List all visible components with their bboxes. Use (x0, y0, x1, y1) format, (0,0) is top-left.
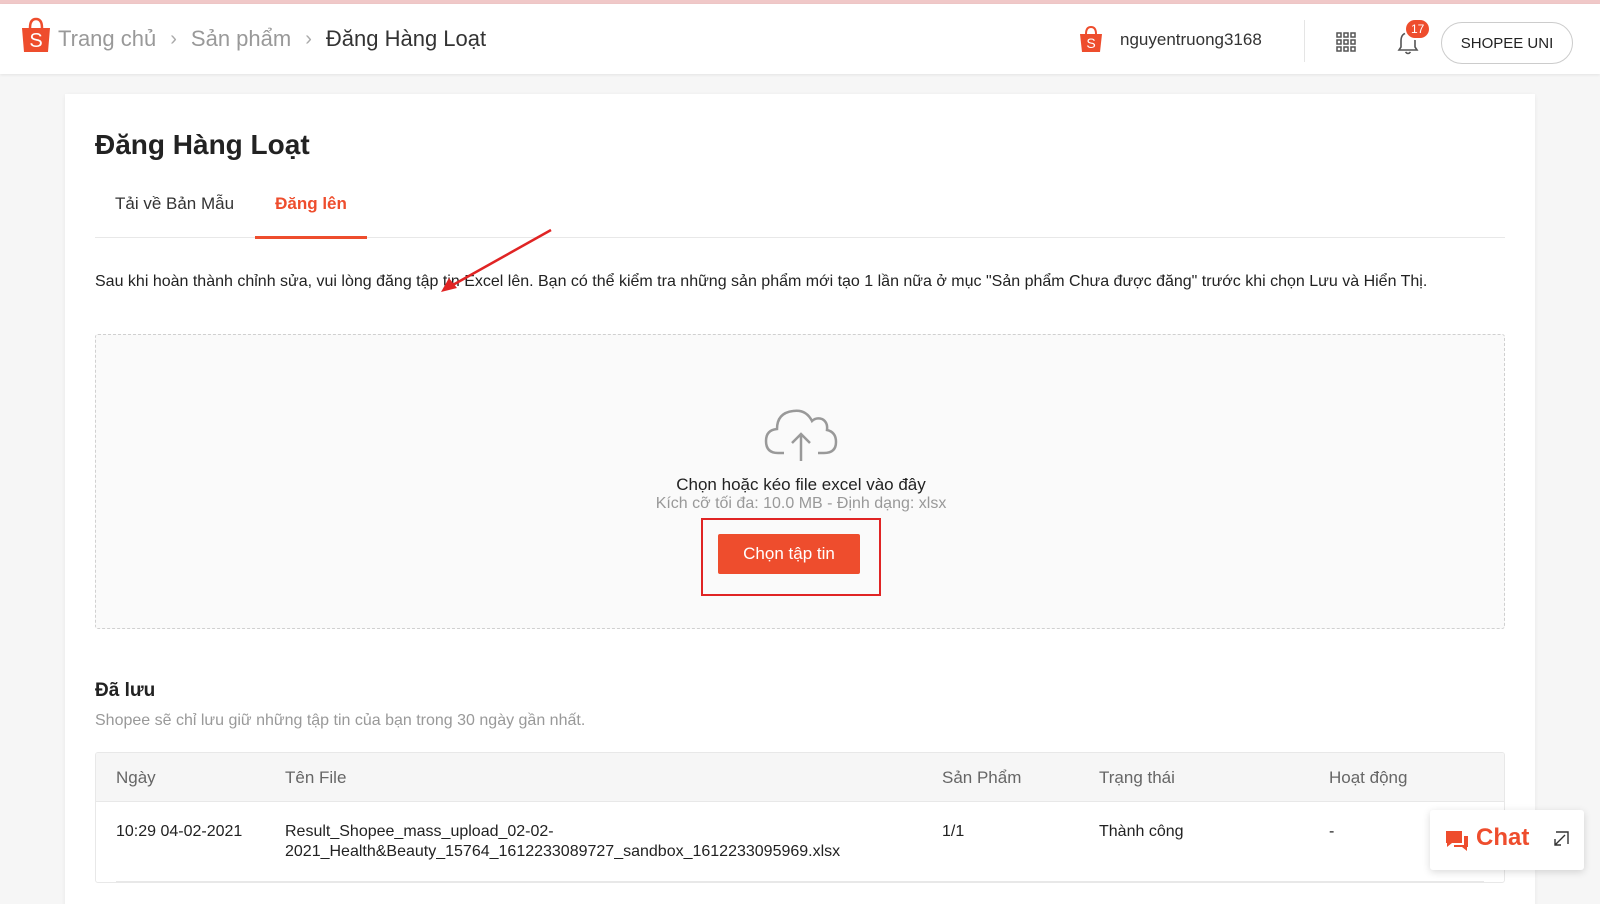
tab-download-template[interactable]: Tải về Bản Mẫu (115, 180, 234, 238)
column-header-file-name: Tên File (285, 768, 347, 787)
row-products: 1/1 (942, 823, 965, 840)
dropzone-hint: Kích cỡ tối đa: 10.0 MB - Định dạng: xls… (655, 495, 947, 512)
column-header-products: Sản Phẩm (942, 768, 1022, 787)
chat-bubble-icon[interactable] (1444, 828, 1470, 852)
minimize-icon[interactable] (1552, 830, 1570, 848)
row-status: Thành công (1099, 823, 1184, 840)
file-name-line-2: 2021_Health&Beauty_15764_1612233089727_s… (285, 843, 841, 860)
breadcrumb-products[interactable]: Sản phẩm (191, 26, 291, 52)
main-card: Đăng Hàng Loạt Tải về Bản Mẫu Đăng lên S… (65, 94, 1535, 904)
choose-file-button[interactable]: Chọn tập tin (718, 534, 860, 574)
dropzone-text: Chọn hoặc kéo file excel vào đây (676, 475, 926, 494)
svg-text:S: S (1086, 35, 1095, 51)
breadcrumb-current: Đăng Hàng Loạt (325, 26, 487, 51)
saved-section-description: Shopee sẽ chỉ lưu giữ những tập tin của … (95, 712, 586, 729)
tab-upload[interactable]: Đăng lên (255, 180, 367, 238)
apps-grid-icon[interactable] (1336, 32, 1356, 52)
breadcrumb-home[interactable]: Trang chủ (58, 26, 156, 52)
saved-section-title: Đã lưu (95, 680, 156, 701)
table-header: Ngày Tên File Sản Phẩm Trạng thái Hoạt đ… (96, 753, 1504, 802)
file-name-line-1: Result_Shopee_mass_upload_02-02- (285, 823, 554, 840)
header-divider (1304, 20, 1305, 62)
notification-badge: 17 (1404, 18, 1432, 40)
column-header-date: Ngày (116, 768, 156, 787)
cloud-upload-icon (764, 409, 838, 461)
tab-bar: Tải về Bản Mẫu Đăng lên (95, 180, 1505, 239)
table-row: 10:29 04-02-2021 Result_Shopee_mass_uplo… (116, 802, 1484, 882)
row-file-name: Result_Shopee_mass_upload_02-02- 2021_He… (285, 822, 840, 862)
username: nguyentruong3168 (1120, 30, 1262, 49)
shopee-uni-button[interactable]: SHOPEE UNI (1441, 22, 1573, 64)
chevron-right-icon: › (170, 27, 177, 50)
chat-label[interactable]: Chat (1476, 824, 1529, 852)
upload-instruction: Sau khi hoàn thành chỉnh sửa, vui lòng đ… (95, 273, 1428, 290)
breadcrumb: Trang chủ › Sản phẩm › Đăng Hàng Loạt (58, 26, 486, 52)
row-action: - (1329, 823, 1335, 840)
chevron-right-icon: › (305, 27, 312, 50)
shop-avatar-icon: S (1080, 25, 1102, 52)
file-dropzone[interactable]: Chọn hoặc kéo file excel vào đây Kích cỡ… (95, 334, 1505, 629)
user-account[interactable]: S nguyentruong3168 (1078, 24, 1262, 56)
svg-text:S: S (29, 30, 42, 52)
saved-files-table: Ngày Tên File Sản Phẩm Trạng thái Hoạt đ… (95, 752, 1505, 883)
chat-widget: Chat (1430, 810, 1584, 870)
active-tab-indicator (255, 236, 367, 239)
column-header-action: Hoạt động (1329, 768, 1408, 787)
top-navigation-bar: S Trang chủ › Sản phẩm › Đăng Hàng Loạt … (0, 4, 1600, 74)
column-header-status: Trạng thái (1099, 768, 1175, 787)
row-date: 10:29 04-02-2021 (116, 823, 243, 840)
page-title: Đăng Hàng Loạt (95, 129, 310, 160)
shopee-logo-icon[interactable]: S (20, 16, 52, 54)
